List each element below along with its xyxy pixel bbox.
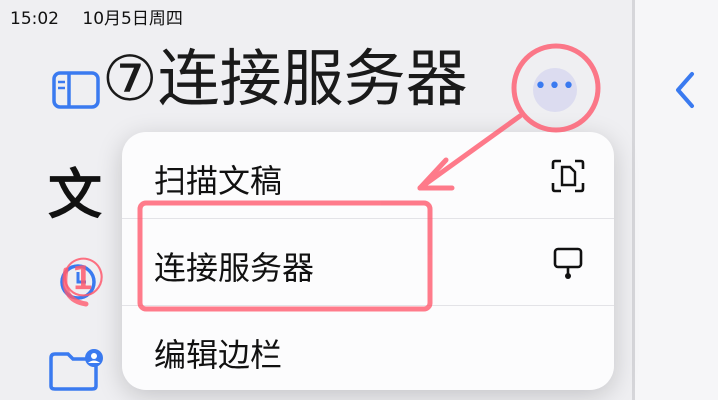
context-menu: 扫描文稿 连接服务器 编辑边栏 <box>122 132 614 390</box>
more-options-button[interactable]: ••• <box>533 68 577 112</box>
menu-item-scan-documents[interactable]: 扫描文稿 <box>122 132 614 218</box>
server-display-icon <box>553 247 583 279</box>
menu-item-label: 连接服务器 <box>154 249 315 287</box>
scan-document-icon <box>551 159 585 193</box>
shared-folder-icon[interactable] <box>48 348 104 392</box>
menu-item-edit-sidebar[interactable]: 编辑边栏 <box>122 306 614 392</box>
back-chevron-icon[interactable] <box>670 68 700 112</box>
menu-item-label: 编辑边栏 <box>154 336 283 374</box>
clock-icon[interactable] <box>58 262 98 302</box>
status-bar: 15:02 10月5日周四 <box>10 4 183 29</box>
menu-item-connect-server[interactable]: 连接服务器 <box>122 219 614 305</box>
detail-pane <box>635 0 718 400</box>
sidebar-toggle-icon[interactable] <box>52 71 100 109</box>
status-time: 15:02 <box>10 9 59 29</box>
menu-item-label: 扫描文稿 <box>154 162 283 200</box>
ellipsis-icon: ••• <box>534 74 576 99</box>
sidebar-title: 文 <box>48 163 102 226</box>
status-date: 10月5日周四 <box>82 9 183 29</box>
